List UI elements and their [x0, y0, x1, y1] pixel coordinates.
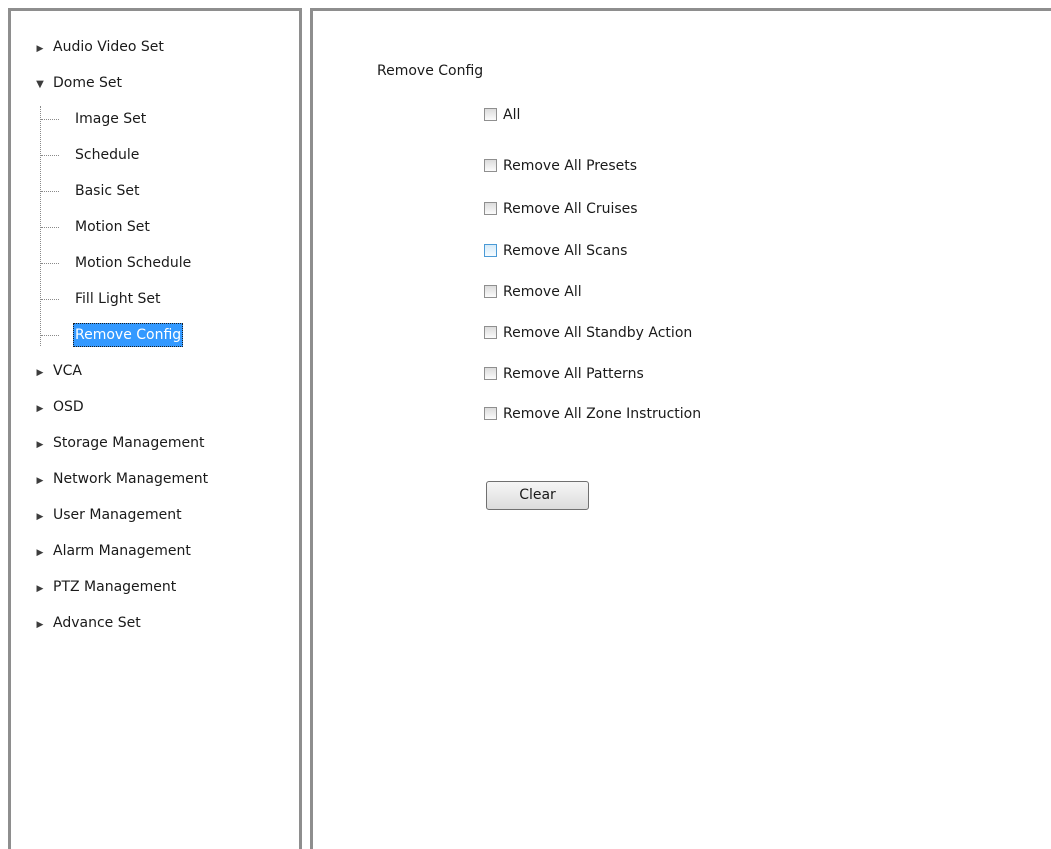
expand-arrow-icon[interactable]: ▶	[33, 505, 47, 529]
tree-item-advance-set[interactable]: ▶ Advance Set	[33, 611, 141, 635]
tree-item-image-set[interactable]: Image Set	[73, 107, 148, 131]
tree-item-motion-set[interactable]: Motion Set	[73, 215, 152, 239]
clear-button[interactable]: Clear	[486, 481, 589, 510]
tree-item-label: Schedule	[75, 147, 140, 163]
tree-item-label: PTZ Management	[53, 579, 177, 595]
tree-item-label: Advance Set	[53, 615, 141, 631]
tree-connector-branch	[41, 155, 59, 156]
expand-arrow-icon[interactable]: ▶	[33, 469, 47, 493]
tree-item-label: Basic Set	[75, 183, 140, 199]
collapse-arrow-icon[interactable]: ▼	[33, 73, 47, 97]
tree-item-dome-set[interactable]: ▼ Dome Set	[33, 71, 122, 95]
checkbox-remove-all-patterns[interactable]: Remove All Patterns	[484, 363, 644, 385]
tree-item-label: Motion Set	[75, 219, 150, 235]
checkbox-box[interactable]	[484, 367, 497, 380]
tree-item-alarm-management[interactable]: ▶ Alarm Management	[33, 539, 191, 563]
expand-arrow-icon[interactable]: ▶	[33, 37, 47, 61]
checkbox-all[interactable]: All	[484, 104, 520, 126]
tree-item-label: Fill Light Set	[75, 291, 161, 307]
checkbox-remove-all-scans[interactable]: Remove All Scans	[484, 240, 627, 262]
tree-item-label: Storage Management	[53, 435, 205, 451]
tree-item-label: Network Management	[53, 471, 209, 487]
tree-item-label: Dome Set	[53, 75, 123, 91]
checkbox-box[interactable]	[484, 108, 497, 121]
checkbox-label: All	[503, 107, 521, 123]
checkbox-remove-all[interactable]: Remove All	[484, 281, 582, 303]
checkbox-label: Remove All Zone Instruction	[503, 406, 702, 422]
tree-connector-line	[40, 106, 41, 346]
tree-item-label: Image Set	[75, 111, 147, 127]
checkbox-box[interactable]	[484, 285, 497, 298]
tree-item-storage-management[interactable]: ▶ Storage Management	[33, 431, 205, 457]
tree-item-label: Remove Config	[75, 327, 182, 343]
tree-item-schedule[interactable]: Schedule	[73, 143, 141, 167]
tree-item-label: Motion Schedule	[75, 255, 192, 271]
expand-arrow-icon[interactable]: ▶	[33, 541, 47, 565]
tree-item-label: Audio Video Set	[53, 39, 164, 55]
content-pane: Remove Config All Remove All Presets Rem…	[310, 8, 1051, 849]
tree-item-osd[interactable]: ▶ OSD	[33, 395, 84, 419]
checkbox-box[interactable]	[484, 244, 497, 257]
checkbox-label: Remove All Standby Action	[503, 325, 693, 341]
checkbox-remove-all-presets[interactable]: Remove All Presets	[484, 155, 637, 177]
expand-arrow-icon[interactable]: ▶	[33, 577, 47, 601]
tree-connector-branch	[41, 119, 59, 120]
checkbox-remove-all-zone-instruction[interactable]: Remove All Zone Instruction	[484, 403, 701, 425]
tree-item-label: OSD	[53, 399, 84, 415]
checkbox-label: Remove All Cruises	[503, 201, 638, 217]
tree-item-label: VCA	[53, 363, 82, 379]
checkbox-label: Remove All	[503, 284, 582, 300]
tree-connector-branch	[41, 227, 59, 228]
checkbox-box[interactable]	[484, 159, 497, 172]
tree-item-audio-video-set[interactable]: ▶ Audio Video Set	[33, 35, 164, 59]
checkbox-label: Remove All Scans	[503, 243, 628, 259]
expand-arrow-icon[interactable]: ▶	[33, 361, 47, 385]
navigation-tree-pane: ▶ Audio Video Set ▼ Dome Set Image Set Sch…	[8, 8, 302, 849]
expand-arrow-icon[interactable]: ▶	[33, 613, 47, 637]
tree-connector-branch	[41, 263, 59, 264]
tree-connector-branch	[41, 299, 59, 300]
page-title: Remove Config	[377, 63, 484, 79]
checkbox-remove-all-cruises[interactable]: Remove All Cruises	[484, 198, 638, 220]
checkbox-label: Remove All Patterns	[503, 366, 644, 382]
checkbox-box[interactable]	[484, 407, 497, 420]
tree-item-ptz-management[interactable]: ▶ PTZ Management	[33, 575, 177, 601]
tree-item-label: Alarm Management	[53, 543, 191, 559]
tree-connector-branch	[41, 191, 59, 192]
expand-arrow-icon[interactable]: ▶	[33, 433, 47, 457]
tree-item-basic-set[interactable]: Basic Set	[73, 179, 142, 203]
expand-arrow-icon[interactable]: ▶	[33, 397, 47, 421]
tree-item-fill-light-set[interactable]: Fill Light Set	[73, 287, 163, 311]
tree-connector-branch	[41, 335, 59, 336]
tree-item-motion-schedule[interactable]: Motion Schedule	[73, 251, 193, 275]
tree-item-vca[interactable]: ▶ VCA	[33, 359, 82, 383]
checkbox-box[interactable]	[484, 326, 497, 339]
tree-item-network-management[interactable]: ▶ Network Management	[33, 467, 209, 493]
tree-item-user-management[interactable]: ▶ User Management	[33, 503, 182, 527]
checkbox-box[interactable]	[484, 202, 497, 215]
checkbox-label: Remove All Presets	[503, 158, 638, 174]
tree-item-remove-config[interactable]: Remove Config	[73, 323, 184, 347]
tree-item-label: User Management	[53, 507, 182, 523]
checkbox-remove-all-standby-action[interactable]: Remove All Standby Action	[484, 322, 692, 344]
